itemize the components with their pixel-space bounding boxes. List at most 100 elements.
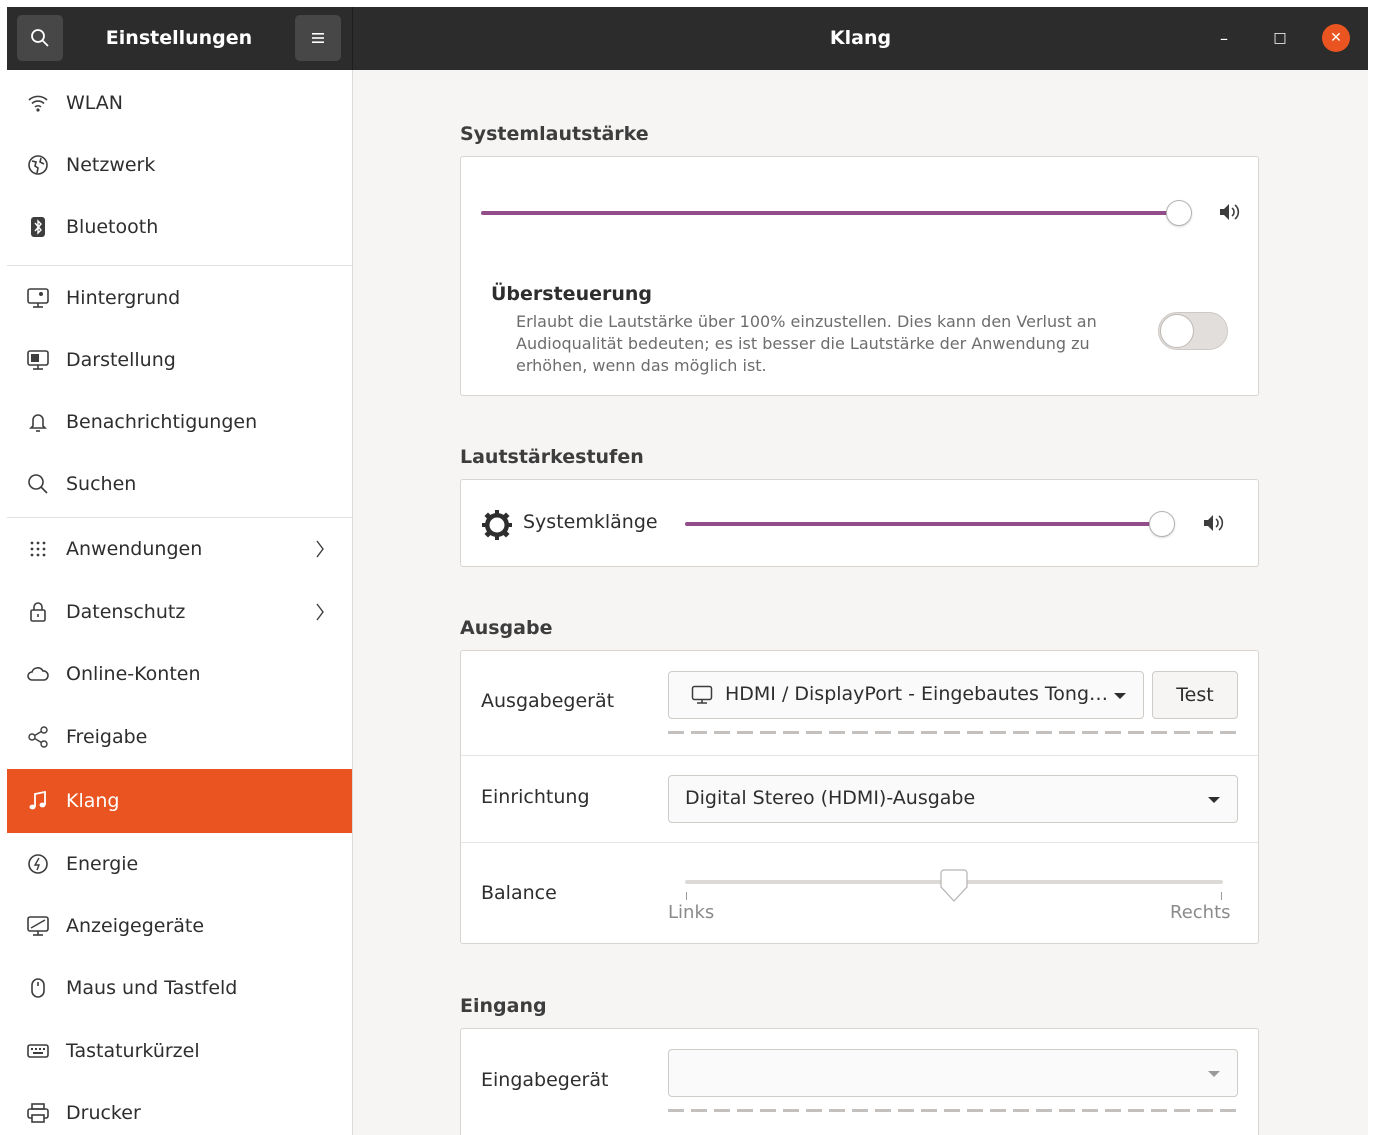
balance-tick-left — [686, 892, 687, 900]
chevron-right-icon — [312, 599, 328, 625]
system-sounds-slider-handle[interactable] — [1149, 511, 1175, 537]
sidebar-item-anzeigegeraete[interactable]: Anzeigegeräte — [7, 895, 352, 957]
output-device-dropdown[interactable]: HDMI / DisplayPort - Eingebautes Tong… — [668, 671, 1144, 719]
bell-icon — [25, 409, 51, 435]
section-title-volume-levels: Lautstärkestufen — [460, 446, 644, 468]
maximize-button[interactable]: □ — [1266, 24, 1294, 52]
sidebar-item-label: Online-Konten — [66, 663, 201, 685]
sidebar-item-anwendungen[interactable]: Anwendungen — [7, 518, 352, 580]
close-icon: ✕ — [1330, 30, 1342, 46]
configuration-label: Einrichtung — [481, 786, 590, 808]
sidebar-item-netzwerk[interactable]: Netzwerk — [7, 134, 352, 196]
input-device-label: Eingabegerät — [481, 1069, 609, 1091]
output-device-label: Ausgabegerät — [481, 690, 615, 712]
row-separator — [461, 842, 1258, 843]
sidebar-item-label: Drucker — [66, 1102, 141, 1124]
sidebar: WLAN Netzwerk Bluetooth Hintergrund Dars… — [7, 70, 353, 1135]
sidebar-item-label: Netzwerk — [66, 154, 156, 176]
keyboard-icon — [25, 1038, 51, 1064]
maximize-icon: □ — [1273, 30, 1287, 46]
settings-window: Einstellungen Klang – □ ✕ WLAN Netzwerk … — [7, 7, 1368, 1135]
gear-icon — [481, 509, 513, 545]
chevron-down-icon — [1114, 693, 1126, 699]
balance-left-label: Links — [668, 902, 715, 923]
network-icon — [25, 152, 51, 178]
sidebar-title: Einstellungen — [105, 27, 253, 49]
configuration-dropdown[interactable]: Digital Stereo (HDMI)-Ausgabe — [668, 775, 1238, 823]
row-separator — [461, 755, 1258, 756]
system-volume-frame: Übersteuerung Erlaubt die Lautstärke übe… — [460, 156, 1259, 396]
sidebar-item-bluetooth[interactable]: Bluetooth — [7, 196, 352, 258]
close-button[interactable]: ✕ — [1322, 24, 1350, 52]
sidebar-item-maus-und-tastfeld[interactable]: Maus und Tastfeld — [7, 957, 352, 1019]
output-device-value: HDMI / DisplayPort - Eingebautes Tong… — [725, 683, 1109, 705]
mouse-icon — [25, 975, 51, 1001]
main-content: Systemlautstärke Übersteuerung Erlaubt d… — [353, 70, 1368, 1135]
lock-icon — [25, 599, 51, 625]
sidebar-item-online-konten[interactable]: Online-Konten — [7, 643, 352, 705]
sidebar-item-suchen[interactable]: Suchen — [7, 453, 352, 515]
sidebar-item-label: Bluetooth — [66, 216, 159, 238]
header-bar: Einstellungen Klang – □ ✕ — [7, 7, 1368, 70]
overamplification-description-line: Audioqualität bedeuten; es ist besser di… — [516, 334, 1090, 353]
sidebar-item-hintergrund[interactable]: Hintergrund — [7, 267, 352, 329]
balance-slider-handle[interactable] — [939, 869, 969, 907]
printer-icon — [25, 1100, 51, 1126]
sidebar-item-drucker[interactable]: Drucker — [7, 1082, 352, 1135]
system-sounds-slider[interactable] — [685, 522, 1163, 526]
overamplification-toggle[interactable] — [1158, 312, 1228, 350]
sidebar-item-label: Tastaturkürzel — [66, 1040, 200, 1062]
menu-button[interactable] — [295, 15, 341, 61]
input-device-dropdown[interactable] — [668, 1049, 1238, 1097]
sidebar-item-datenschutz[interactable]: Datenschutz — [7, 581, 352, 643]
sidebar-item-energie[interactable]: Energie — [7, 833, 352, 895]
appearance-icon — [25, 347, 51, 373]
balance-right-label: Rechts — [1170, 902, 1231, 923]
display-icon — [25, 913, 51, 939]
minimize-icon: – — [1220, 28, 1228, 48]
monitor-icon — [691, 685, 713, 710]
sidebar-item-label: Freigabe — [66, 726, 148, 748]
output-frame: Ausgabegerät HDMI / DisplayPort - Eingeb… — [460, 650, 1259, 944]
volume-levels-frame: Systemklänge — [460, 479, 1259, 567]
sidebar-item-darstellung[interactable]: Darstellung — [7, 329, 352, 391]
share-icon — [25, 724, 51, 750]
section-title-output: Ausgabe — [460, 617, 553, 639]
overamplification-description-line: erhöhen, wenn das möglich ist. — [516, 356, 767, 375]
apps-grid-icon — [25, 536, 51, 562]
power-icon — [25, 851, 51, 877]
sidebar-item-benachrichtigungen[interactable]: Benachrichtigungen — [7, 391, 352, 453]
overamplification-description-line: Erlaubt die Lautstärke über 100% einzust… — [516, 312, 1097, 331]
output-level-meter — [668, 731, 1238, 734]
sidebar-item-label: Datenschutz — [66, 601, 186, 623]
chevron-down-icon — [1208, 797, 1220, 803]
sidebar-item-freigabe[interactable]: Freigabe — [7, 706, 352, 768]
sidebar-item-label: Anwendungen — [66, 538, 203, 560]
configuration-value: Digital Stereo (HDMI)-Ausgabe — [685, 787, 976, 809]
system-sounds-label: Systemklänge — [523, 511, 658, 533]
hamburger-menu-icon — [312, 33, 324, 43]
system-volume-slider-handle[interactable] — [1166, 200, 1192, 226]
search-icon — [25, 471, 51, 497]
background-icon — [25, 285, 51, 311]
minimize-button[interactable]: – — [1210, 24, 1238, 52]
sidebar-item-label: Darstellung — [66, 349, 176, 371]
speaker-icon — [1201, 512, 1227, 538]
cloud-icon — [25, 661, 51, 687]
system-volume-slider[interactable] — [481, 211, 1181, 215]
sidebar-item-wlan[interactable]: WLAN — [7, 72, 352, 134]
sidebar-item-klang[interactable]: Klang — [7, 769, 352, 833]
search-button[interactable] — [17, 15, 63, 61]
sidebar-item-label: WLAN — [66, 92, 124, 114]
overamplification-title: Übersteuerung — [491, 283, 652, 305]
input-level-meter — [668, 1109, 1238, 1112]
balance-tick-right — [1221, 892, 1222, 900]
music-note-icon — [25, 788, 51, 814]
chevron-down-icon — [1208, 1071, 1220, 1077]
sidebar-item-label: Anzeigegeräte — [66, 915, 205, 937]
sidebar-item-label: Hintergrund — [66, 287, 181, 309]
test-button[interactable]: Test — [1152, 671, 1238, 719]
sidebar-separator — [7, 265, 352, 266]
sidebar-item-tastaturkuerzel[interactable]: Tastaturkürzel — [7, 1020, 352, 1082]
wifi-icon — [25, 90, 51, 116]
